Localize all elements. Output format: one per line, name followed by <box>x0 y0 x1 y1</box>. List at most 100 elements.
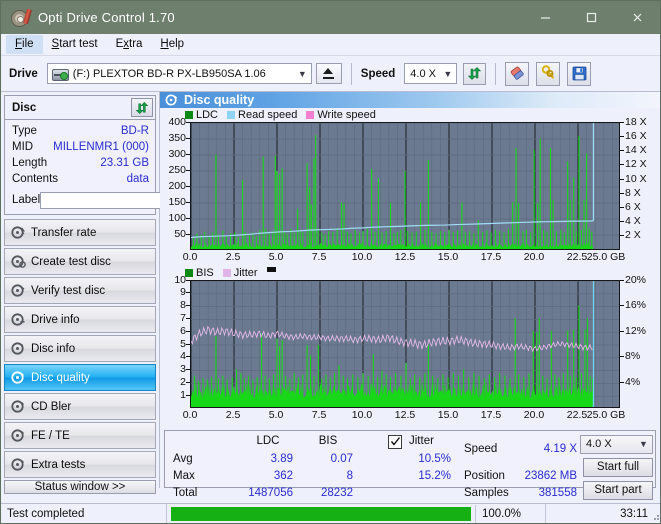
disc-quality-icon <box>160 93 184 107</box>
toolbar: Drive (F:) PLEXTOR BD-R PX-LB950SA 1.06 … <box>1 56 660 92</box>
y2-tick-label: 20% <box>625 273 647 286</box>
legend-swatch-marker <box>266 267 276 273</box>
x-tick-label: 10.0 <box>351 408 373 421</box>
y-tick-label: 350 <box>168 131 186 144</box>
disc-row-type-key: Type <box>12 125 37 137</box>
sidebar-item-label: CD Bler <box>31 400 72 413</box>
speed-stat-label: Speed <box>464 442 498 455</box>
drive-select[interactable]: (F:) PLEXTOR BD-R PX-LB950SA 1.06 ▼ <box>46 63 312 84</box>
position-stat-value: 23862 MB <box>524 469 577 482</box>
status-bar: Test completed 100.0% 33:11 <box>1 503 660 523</box>
erase-button[interactable] <box>505 61 530 86</box>
chart-bottom-x-axis: 0.0 2.5 5.0 7.5 10.0 12.5 15.0 17.5 20.0 22.5 25.0… <box>183 408 626 424</box>
test-speed-select[interactable]: 4.0 X ▼ <box>580 434 653 454</box>
drive-info-icon <box>5 312 31 327</box>
chart-bottom-legend: BIS Jitter <box>160 266 660 280</box>
app-window: Opti Drive Control 1.70 File Start test … <box>0 0 661 524</box>
keys-button[interactable] <box>536 61 561 86</box>
fe-te-icon <box>5 428 31 443</box>
x-tick-label: 0.0 <box>182 408 198 421</box>
toolbar-divider-2 <box>495 62 497 85</box>
chevron-down-icon: ▼ <box>297 68 307 79</box>
drive-select-value: (F:) PLEXTOR BD-R PX-LB950SA 1.06 <box>72 67 266 80</box>
sidebar-item-fe-te[interactable]: FE / TE <box>4 422 156 449</box>
legend-label-read-speed: Read speed <box>238 108 298 121</box>
x-tick-label: 12.5 <box>394 408 416 421</box>
resize-grip[interactable] <box>650 511 660 521</box>
right-panel: Disc quality LDC Read speed Write speed … <box>160 92 660 500</box>
menu-file[interactable]: File <box>6 35 43 54</box>
jitter-checkbox[interactable] <box>388 434 402 449</box>
status-window-button[interactable]: Status window >> <box>4 480 156 494</box>
sidebar-item-disc-info[interactable]: Disc info <box>4 335 156 362</box>
stats-col-bis: BIS <box>318 434 338 447</box>
stats-col-ldc: LDC <box>256 434 280 447</box>
y2-tick-label: 6 X <box>625 200 641 213</box>
y2-tick-label: 8 X <box>625 186 641 199</box>
x-tick-label: 22.5 <box>566 408 588 421</box>
panel-header: Disc quality <box>160 92 660 108</box>
eraser-icon <box>510 66 524 80</box>
x-tick-label: 2.5 <box>225 408 241 421</box>
save-button[interactable] <box>567 61 592 86</box>
cd-bler-icon <box>5 399 31 414</box>
stats-row-max-label: Max <box>173 469 195 482</box>
eject-button[interactable] <box>315 63 342 84</box>
x-tick-label: 0.0 <box>182 250 198 263</box>
menu-help[interactable]: Help <box>151 35 193 54</box>
y2-tick-label: 14 X <box>625 144 647 157</box>
menu-extra[interactable]: Extra <box>107 35 152 54</box>
disc-panel-header: Disc <box>5 96 155 120</box>
sidebar-item-transfer-rate[interactable]: Transfer rate <box>4 219 156 246</box>
menu-start-test[interactable]: Start test <box>43 35 107 54</box>
x-tick-label: 20.0 <box>523 250 545 263</box>
y-tick-label: 10 <box>174 273 186 286</box>
refresh-button[interactable] <box>463 62 487 85</box>
y-tick-label: 100 <box>168 211 186 224</box>
legend-label-jitter: Jitter <box>233 266 258 279</box>
stats-avg-jitter: 10.5% <box>418 452 451 465</box>
sidebar-item-create-test-disc[interactable]: Create test disc <box>4 248 156 275</box>
disc-panel: Disc Type BD-R MID MILLENMR1 (000) Lengt… <box>4 95 245 215</box>
chart-top: LDC Read speed Write speed 50 100 150 200 25… <box>160 108 660 266</box>
reload-disc-button[interactable] <box>131 98 153 117</box>
disc-create-icon <box>5 254 31 269</box>
y2-tick-label: 18 X <box>625 115 647 128</box>
minimize-button[interactable] <box>522 1 568 34</box>
legend-label-ldc: LDC <box>196 108 219 121</box>
disc-row-mid-key: MID <box>12 141 34 153</box>
start-part-button[interactable]: Start part <box>583 480 653 500</box>
sidebar-item-extra-tests[interactable]: Extra tests <box>4 451 156 478</box>
y-tick-label: 300 <box>168 147 186 160</box>
sidebar-item-label: Disc quality <box>31 371 90 384</box>
menu-bar: File Start test Extra Help <box>1 34 660 56</box>
sidebar-item-label: Transfer rate <box>31 226 97 239</box>
start-full-button[interactable]: Start full <box>583 457 653 477</box>
x-tick-label: 5.0 <box>268 408 284 421</box>
x-tick-label: 10.0 <box>351 250 373 263</box>
drive-icon <box>51 67 69 81</box>
chart-bottom-y-axis: 1 2 3 4 5 6 7 8 9 10 <box>160 274 190 408</box>
maximize-button[interactable] <box>568 1 614 34</box>
sidebar-item-drive-info[interactable]: Drive info <box>4 306 156 333</box>
sidebar-item-label: Drive info <box>31 313 80 326</box>
extra-tests-icon <box>5 457 31 472</box>
stats-total-ldc: 1487056 <box>248 486 293 499</box>
y-tick-label: 50 <box>174 227 186 240</box>
legend-swatch-write-speed <box>306 110 315 119</box>
stats-panel: LDC BIS Jitter Avg 3.89 0.07 10.5% Max 3… <box>164 429 656 500</box>
chart-top-y2-axis: 2 X4 X 6 X8 X 10 X 12 X 14 X 16 X 18 X <box>620 116 654 250</box>
legend-swatch-jitter <box>222 268 231 277</box>
y-tick-label: 200 <box>168 179 186 192</box>
sidebar-item-cd-bler[interactable]: CD Bler <box>4 393 156 420</box>
drive-label: Drive <box>9 67 38 80</box>
close-button[interactable] <box>614 1 660 34</box>
sidebar-item-disc-quality[interactable]: Disc quality <box>4 364 156 391</box>
stats-total-bis: 28232 <box>321 486 353 499</box>
disc-label-row: Label <box>12 190 245 210</box>
samples-stat-value: 381558 <box>538 486 577 499</box>
samples-stat-label: Samples <box>464 486 509 499</box>
speed-select[interactable]: 4.0 X ▼ <box>404 63 458 84</box>
x-tick-label: 15.0 <box>437 250 459 263</box>
sidebar-item-verify-test-disc[interactable]: Verify test disc <box>4 277 156 304</box>
